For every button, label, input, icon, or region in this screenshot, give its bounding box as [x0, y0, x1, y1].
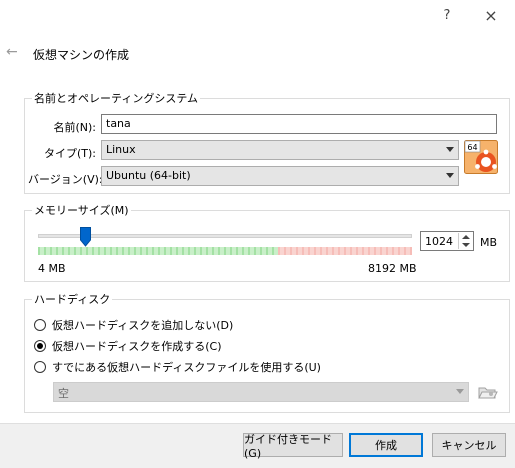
existing-disk-select-value: 空 — [58, 387, 69, 400]
memory-spinbox[interactable]: 1024 — [420, 231, 474, 251]
page-title: 仮想マシンの作成 — [33, 48, 130, 62]
version-select-value: Ubuntu (64-bit) — [106, 169, 191, 182]
radio-create-disk-label: 仮想ハードディスクを作成する(C) — [52, 340, 222, 353]
guided-mode-button[interactable]: ガイド付きモード(G) — [243, 433, 343, 460]
hard-disk-legend: ハードディスク — [34, 293, 111, 306]
stepper-up-icon[interactable] — [462, 235, 470, 239]
chevron-down-icon — [446, 173, 454, 178]
name-label: 名前(N): — [53, 121, 96, 134]
type-label: タイプ(T): — [43, 147, 96, 160]
memory-max-label: 8192 MB — [368, 262, 417, 275]
name-os-legend: 名前とオペレーティングシステム — [34, 92, 199, 105]
memory-slider-track[interactable] — [38, 234, 412, 238]
create-button[interactable]: 作成 — [349, 433, 423, 457]
close-icon: × — [484, 5, 498, 25]
type-select[interactable]: Linux — [101, 140, 459, 160]
memory-slider-thumb[interactable] — [80, 227, 91, 247]
radio-no-disk[interactable]: 仮想ハードディスクを追加しない(D) — [34, 317, 233, 333]
help-icon: ? — [443, 7, 451, 23]
memory-safe-range — [38, 247, 278, 255]
cancel-button[interactable]: キャンセル — [432, 433, 506, 457]
name-input[interactable]: tana — [101, 114, 497, 134]
chevron-down-icon — [446, 147, 454, 152]
memory-unit: MB — [480, 236, 498, 249]
ubuntu-os-icon: 64 — [464, 140, 498, 174]
existing-disk-select: 空 — [53, 382, 469, 402]
memory-legend: メモリーサイズ(M) — [34, 204, 129, 217]
stepper-down-icon[interactable] — [462, 243, 470, 247]
memory-slider-ticks — [38, 247, 412, 255]
radio-existing-disk-button[interactable] — [34, 361, 46, 373]
radio-existing-disk[interactable]: すでにある仮想ハードディスクファイルを使用する(U) — [34, 359, 321, 375]
memory-value: 1024 — [425, 235, 453, 248]
version-select[interactable]: Ubuntu (64-bit) — [101, 166, 459, 186]
radio-no-disk-label: 仮想ハードディスクを追加しない(D) — [52, 319, 234, 332]
close-button[interactable]: × — [476, 4, 506, 26]
memory-stepper[interactable] — [458, 233, 472, 249]
radio-create-disk[interactable]: 仮想ハードディスクを作成する(C) — [34, 338, 222, 354]
type-select-value: Linux — [106, 143, 136, 156]
version-label: バージョン(V): — [28, 173, 103, 186]
back-arrow-icon[interactable]: ← — [6, 44, 18, 60]
choose-disk-file-button — [478, 387, 498, 399]
radio-create-disk-button[interactable] — [34, 340, 46, 352]
radio-existing-disk-label: すでにある仮想ハードディスクファイルを使用する(U) — [52, 361, 321, 374]
help-button[interactable]: ? — [432, 4, 462, 26]
memory-min-label: 4 MB — [38, 262, 66, 275]
radio-no-disk-button[interactable] — [34, 319, 46, 331]
folder-icon — [489, 392, 493, 396]
chevron-down-icon — [456, 389, 464, 394]
os-badge: 64 — [467, 143, 477, 152]
